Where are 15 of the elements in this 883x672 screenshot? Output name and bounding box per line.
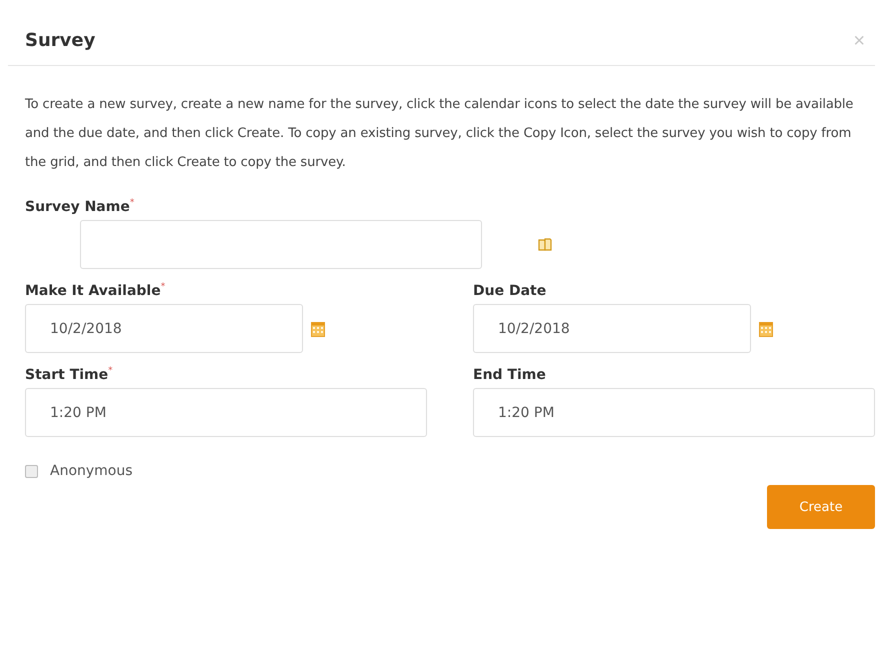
input-field[interactable]: 10/2/2018	[473, 304, 751, 353]
required-marker: *	[160, 283, 166, 292]
dialog-title: Survey	[25, 30, 96, 51]
input-field[interactable]: 1:20 PM	[25, 388, 427, 437]
instructions-text: To create a new survey, create a new name for the survey, click the calendar icons to select the date the survey will be available and the due date, and then click Create. To copy an existing survey, click the Copy Icon, select the survey you wish to copy from the grid, and then click Create to copy the survey.	[25, 96, 854, 172]
field-label: End Time	[473, 367, 546, 383]
field-label: Due Date	[473, 283, 546, 299]
required-marker: *	[130, 199, 134, 208]
required-marker: *	[108, 367, 113, 376]
field-label: Make It Available	[25, 283, 161, 299]
input-field[interactable]: 10/2/2018	[25, 304, 303, 353]
checkbox-label: Anonymous	[50, 463, 133, 479]
field-label: Survey Name	[25, 199, 130, 215]
input-field[interactable]: 1:20 PM	[473, 388, 875, 437]
field-label: Start Time	[25, 367, 108, 383]
